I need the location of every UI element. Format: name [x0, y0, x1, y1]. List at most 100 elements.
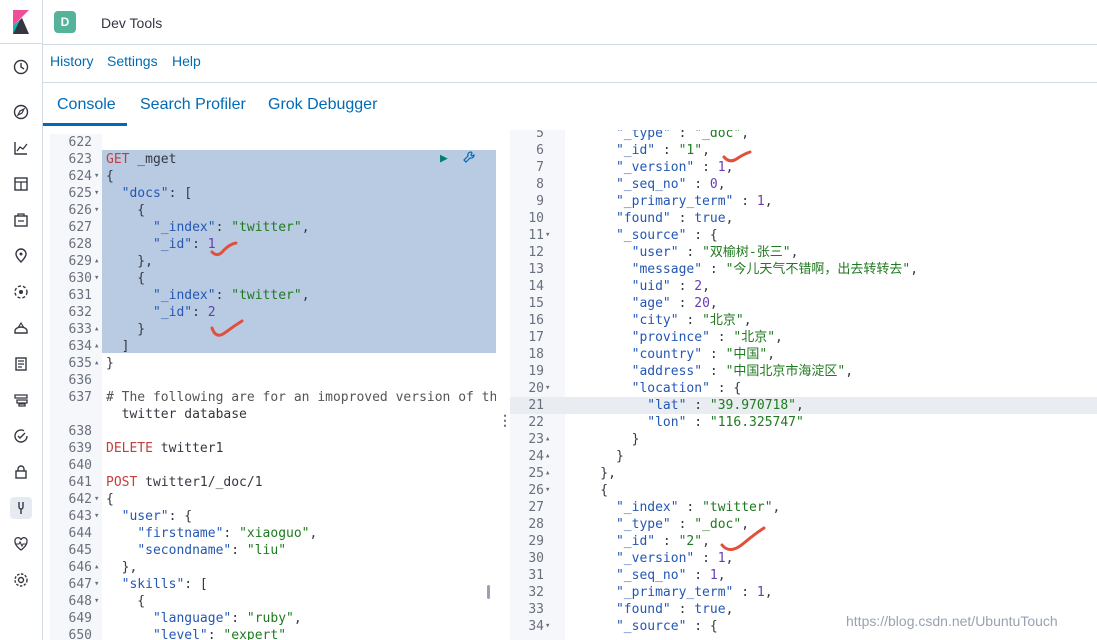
editor-line[interactable]: 644 "firstname": "xiaoguo", [50, 525, 496, 542]
output-line[interactable]: 21 "lat" : "39.970718", [510, 397, 1097, 414]
management-icon[interactable] [10, 569, 32, 591]
output-line[interactable]: 22 "lon" : "116.325747" [510, 414, 1097, 431]
output-line[interactable]: 32 "_primary_term" : 1, [510, 584, 1097, 601]
output-line[interactable]: 16 "city" : "北京", [510, 312, 1097, 329]
settings-link[interactable]: Settings [107, 53, 158, 69]
ml-icon[interactable] [10, 281, 32, 303]
fold-toggle[interactable]: ▾ [545, 482, 550, 499]
output-line[interactable]: 29 "_id" : "2", [510, 533, 1097, 550]
fold-toggle[interactable]: ▾ [94, 593, 99, 610]
fold-toggle[interactable]: ▾ [94, 185, 99, 202]
editor-line[interactable]: 650 "level": "expert" [50, 627, 496, 640]
fold-toggle[interactable]: ▾ [94, 270, 99, 287]
output-line[interactable]: 19 "address" : "中国北京市海淀区", [510, 363, 1097, 380]
output-line[interactable]: 12 "user" : "双榆树-张三", [510, 244, 1097, 261]
maps-icon[interactable] [10, 245, 32, 267]
tab-console[interactable]: Console [57, 96, 116, 114]
editor-line[interactable]: 629 ▴ }, [50, 253, 496, 270]
response-output[interactable]: 5 "_type" : "_doc", 6 "_id" : "1", 7 "_ver… [510, 130, 1097, 640]
infrastructure-icon[interactable] [10, 317, 32, 339]
fold-toggle[interactable]: ▴ [545, 448, 550, 465]
editor-line[interactable]: 639 DELETE twitter1 [50, 440, 496, 457]
space-avatar[interactable]: D [54, 11, 76, 33]
editor-line[interactable]: 634 ▴ ] [50, 338, 496, 355]
editor-line[interactable]: 647 ▾ "skills": [ [50, 576, 496, 593]
editor-line[interactable]: 640 [50, 457, 496, 474]
editor-line[interactable]: 633 ▴ } [50, 321, 496, 338]
output-line[interactable]: 11 ▾ "_source" : { [510, 227, 1097, 244]
output-line[interactable]: 20 ▾ "location" : { [510, 380, 1097, 397]
editor-line[interactable]: 635 ▴} [50, 355, 496, 372]
output-line[interactable]: 9 "_primary_term" : 1, [510, 193, 1097, 210]
editor-line[interactable]: 622 [50, 134, 496, 151]
security-icon[interactable] [10, 461, 32, 483]
fold-toggle[interactable]: ▾ [94, 491, 99, 508]
fold-toggle[interactable]: ▴ [545, 431, 550, 448]
output-line[interactable]: 17 "province" : "北京", [510, 329, 1097, 346]
editor-line[interactable]: 631 "_index": "twitter", [50, 287, 496, 304]
output-line[interactable]: 26 ▾ { [510, 482, 1097, 499]
fold-toggle[interactable]: ▴ [94, 321, 99, 338]
output-line[interactable]: 13 "message" : "今儿天气不错啊，出去转转去", [510, 261, 1097, 278]
tab-search-profiler[interactable]: Search Profiler [140, 96, 246, 114]
output-line[interactable]: 28 "_type" : "_doc", [510, 516, 1097, 533]
editor-line[interactable]: 630 ▾ { [50, 270, 496, 287]
canvas-icon[interactable] [10, 209, 32, 231]
editor-line[interactable]: twitter database [50, 406, 496, 423]
output-line[interactable]: 24 ▴ } [510, 448, 1097, 465]
dashboard-icon[interactable] [10, 173, 32, 195]
wrench-icon[interactable] [462, 150, 476, 168]
play-icon[interactable]: ▶ [440, 151, 448, 166]
editor-line[interactable]: 641 POST twitter1/_doc/1 [50, 474, 496, 491]
output-line[interactable]: 30 "_version" : 1, [510, 550, 1097, 567]
editor-line[interactable]: 643 ▾ "user": { [50, 508, 496, 525]
output-line[interactable]: 27 "_index" : "twitter", [510, 499, 1097, 516]
editor-line[interactable]: 628 "_id": 1 [50, 236, 496, 253]
output-line[interactable]: 31 "_seq_no" : 1, [510, 567, 1097, 584]
editor-line[interactable]: 636 [50, 372, 496, 389]
fold-toggle[interactable]: ▴ [545, 465, 550, 482]
fold-toggle[interactable]: ▾ [94, 576, 99, 593]
editor-scrollbar[interactable] [487, 585, 490, 599]
editor-line[interactable]: 646 ▴ }, [50, 559, 496, 576]
editor-line[interactable]: 625 ▾ "docs": [ [50, 185, 496, 202]
editor-line[interactable]: 638 [50, 423, 496, 440]
fold-toggle[interactable]: ▾ [94, 168, 99, 185]
fold-toggle[interactable]: ▾ [545, 618, 550, 635]
output-line[interactable]: 18 "country" : "中国", [510, 346, 1097, 363]
apm-icon[interactable] [10, 389, 32, 411]
fold-toggle[interactable]: ▾ [545, 227, 550, 244]
visualize-icon[interactable] [10, 137, 32, 159]
output-line[interactable]: 15 "age" : 20, [510, 295, 1097, 312]
editor-line[interactable]: 632 "_id": 2 [50, 304, 496, 321]
tab-grok-debugger[interactable]: Grok Debugger [268, 96, 377, 114]
editor-line[interactable]: 648 ▾ { [50, 593, 496, 610]
fold-toggle[interactable]: ▴ [94, 253, 99, 270]
fold-toggle[interactable]: ▴ [94, 338, 99, 355]
output-line[interactable]: 8 "_seq_no" : 0, [510, 176, 1097, 193]
editor-line[interactable]: 637 # The following are for an imoproved … [50, 389, 496, 406]
kibana-logo-icon[interactable] [0, 0, 43, 44]
fold-toggle[interactable]: ▾ [94, 202, 99, 219]
output-line[interactable]: 14 "uid" : 2, [510, 278, 1097, 295]
output-line[interactable]: 25 ▴ }, [510, 465, 1097, 482]
history-link[interactable]: History [50, 53, 94, 69]
uptime-icon[interactable] [10, 425, 32, 447]
help-link[interactable]: Help [172, 53, 201, 69]
request-editor[interactable]: 622 623 GET _mget 624 ▾{625 ▾ "docs": [626 ▾ {… [50, 134, 496, 640]
editor-line[interactable]: 645 "secondname": "liu" [50, 542, 496, 559]
fold-toggle[interactable]: ▴ [94, 355, 99, 372]
discover-icon[interactable] [10, 101, 32, 123]
output-line[interactable]: 5 "_type" : "_doc", [510, 130, 1097, 142]
output-line[interactable]: 10 "found" : true, [510, 210, 1097, 227]
fold-toggle[interactable]: ▴ [94, 559, 99, 576]
output-line[interactable]: 23 ▴ } [510, 431, 1097, 448]
devtools-icon[interactable] [10, 497, 32, 519]
output-line[interactable]: 7 "_version" : 1, [510, 159, 1097, 176]
monitoring-icon[interactable] [10, 533, 32, 555]
editor-line[interactable]: 623 GET _mget [50, 151, 496, 168]
fold-toggle[interactable]: ▾ [545, 380, 550, 397]
editor-line[interactable]: 624 ▾ { [50, 168, 496, 185]
output-line[interactable]: 6 "_id" : "1", [510, 142, 1097, 159]
logs-icon[interactable] [10, 353, 32, 375]
